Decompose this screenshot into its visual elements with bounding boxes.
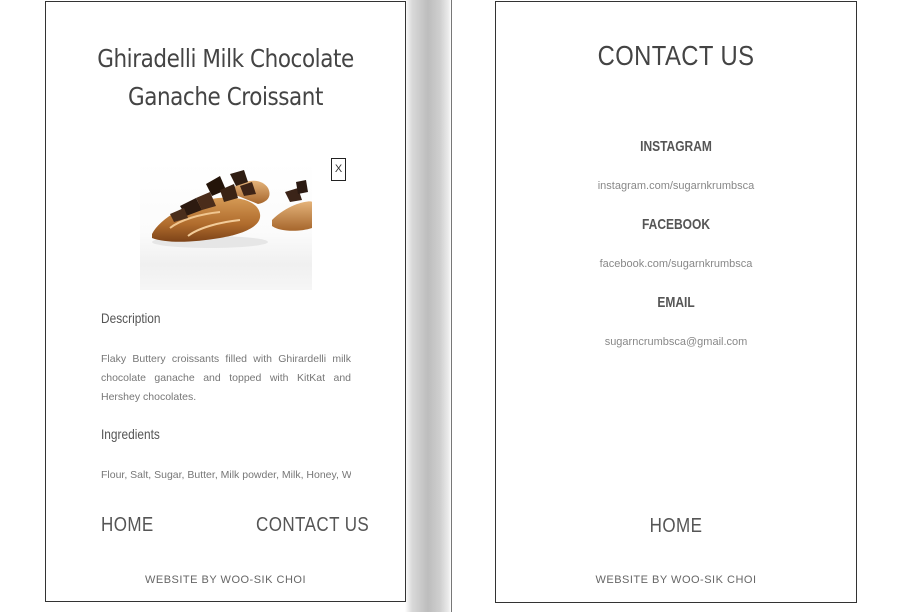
facebook-label: FACEBOOK [641, 216, 710, 233]
product-photo [140, 162, 312, 290]
close-button[interactable]: X [331, 158, 346, 181]
instagram-link[interactable]: instagram.com/sugarnkrumbsca [496, 180, 856, 192]
ingredients-heading: Ingredients [101, 426, 160, 442]
email-label: EMAIL [657, 294, 695, 311]
croissant-image [152, 170, 312, 248]
email-link[interactable]: sugarncrumbsca@gmail.com [496, 336, 856, 348]
footer-credit: WEBSITE BY WOO-SIK CHOI [144, 574, 307, 586]
footer-credit: WEBSITE BY WOO-SIK CHOI [595, 574, 757, 586]
contact-panel: CONTACT US INSTAGRAM instagram.com/sugar… [495, 1, 857, 603]
description-heading: Description [101, 310, 161, 326]
contact-title: CONTACT US [597, 40, 755, 71]
home-link[interactable]: HOME [101, 514, 154, 537]
ingredients-text: Flour, Salt, Sugar, Butter, Milk powder,… [101, 469, 351, 481]
product-title: Ghiradelli Milk Chocolate Ganache Croiss… [97, 44, 354, 111]
instagram-label: INSTAGRAM [640, 138, 712, 155]
product-detail-panel: Ghiradelli Milk Chocolate Ganache Croiss… [45, 1, 406, 602]
description-text: Flaky Buttery croissants filled with Ghi… [101, 353, 351, 403]
home-link[interactable]: HOME [523, 515, 829, 538]
contact-us-link[interactable]: CONTACT US [256, 514, 369, 537]
facebook-link[interactable]: facebook.com/sugarnkrumbsca [496, 258, 856, 270]
